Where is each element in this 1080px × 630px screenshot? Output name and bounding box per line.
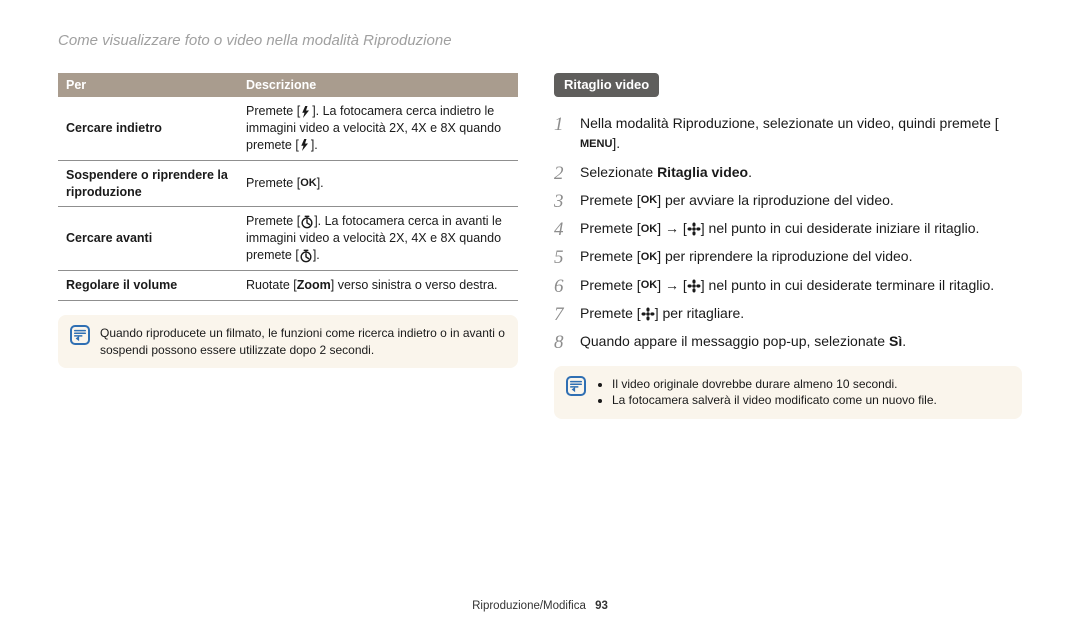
table-row: Regolare il volume Ruotate [Zoom] verso …	[58, 271, 518, 301]
table-row: Cercare avanti Premete []. La fotocamera…	[58, 207, 518, 271]
zoom-label: Zoom	[297, 278, 331, 292]
step-6: Premete [OK] → [] nel punto in cui desid…	[554, 275, 1022, 295]
step-3: Premete [OK] per avviare la riproduzione…	[554, 190, 1022, 210]
flower-icon	[641, 307, 655, 321]
note-bullet: Il video originale dovrebbe durare almen…	[612, 376, 937, 393]
flower-icon	[687, 279, 701, 293]
step-2: Selezionate Ritaglia video.	[554, 162, 1022, 182]
row-per: Regolare il volume	[58, 271, 238, 301]
ok-icon: OK	[641, 278, 658, 294]
note-icon	[70, 325, 90, 345]
step-7: Premete [] per ritagliare.	[554, 303, 1022, 323]
step-8: Quando appare il messaggio pop-up, selez…	[554, 331, 1022, 351]
table-row: Cercare indietro Premete []. La fotocame…	[58, 97, 518, 160]
menu-icon: MENU	[580, 137, 612, 153]
row-per: Cercare indietro	[58, 97, 238, 160]
footer: Riproduzione/Modifica 93	[0, 600, 1080, 612]
note-bullet: La fotocamera salverà il video modificat…	[612, 392, 937, 409]
row-desc: Premete [OK].	[238, 160, 518, 207]
breadcrumb: Come visualizzare foto o video nella mod…	[58, 32, 1022, 49]
row-per: Cercare avanti	[58, 207, 238, 271]
controls-table: Per Descrizione Cercare indietro Premete…	[58, 73, 518, 301]
table-row: Sospendere o riprendere la riproduzione …	[58, 160, 518, 207]
note-right: Il video originale dovrebbe durare almen…	[554, 366, 1022, 420]
page-number: 93	[595, 600, 608, 612]
flash-icon	[300, 105, 312, 119]
flower-icon	[687, 222, 701, 236]
th-desc: Descrizione	[238, 73, 518, 97]
row-desc: Ruotate [Zoom] verso sinistra o verso de…	[238, 271, 518, 301]
row-desc: Premete []. La fotocamera cerca indietro…	[238, 97, 518, 160]
th-per: Per	[58, 73, 238, 97]
row-per: Sospendere o riprendere la riproduzione	[58, 160, 238, 207]
timer-icon	[299, 249, 313, 263]
footer-section: Riproduzione/Modifica	[472, 600, 586, 612]
step-1: Nella modalità Riproduzione, selezionate…	[554, 113, 1022, 154]
ok-icon: OK	[641, 250, 658, 266]
row-desc: Premete []. La fotocamera cerca in avant…	[238, 207, 518, 271]
steps-list: Nella modalità Riproduzione, selezionate…	[554, 113, 1022, 352]
timer-icon	[300, 215, 314, 229]
ok-icon: OK	[641, 193, 658, 209]
step-4: Premete [OK] → [] nel punto in cui desid…	[554, 218, 1022, 238]
note-left: Quando riproducete un filmato, le funzio…	[58, 315, 518, 369]
ok-icon: OK	[641, 222, 658, 238]
step-5: Premete [OK] per riprendere la riproduzi…	[554, 246, 1022, 266]
section-pill: Ritaglio video	[554, 73, 659, 97]
note-icon	[566, 376, 586, 396]
note-text: Quando riproducete un filmato, le funzio…	[100, 325, 506, 359]
flash-icon	[299, 138, 311, 152]
ok-icon: OK	[300, 176, 317, 191]
